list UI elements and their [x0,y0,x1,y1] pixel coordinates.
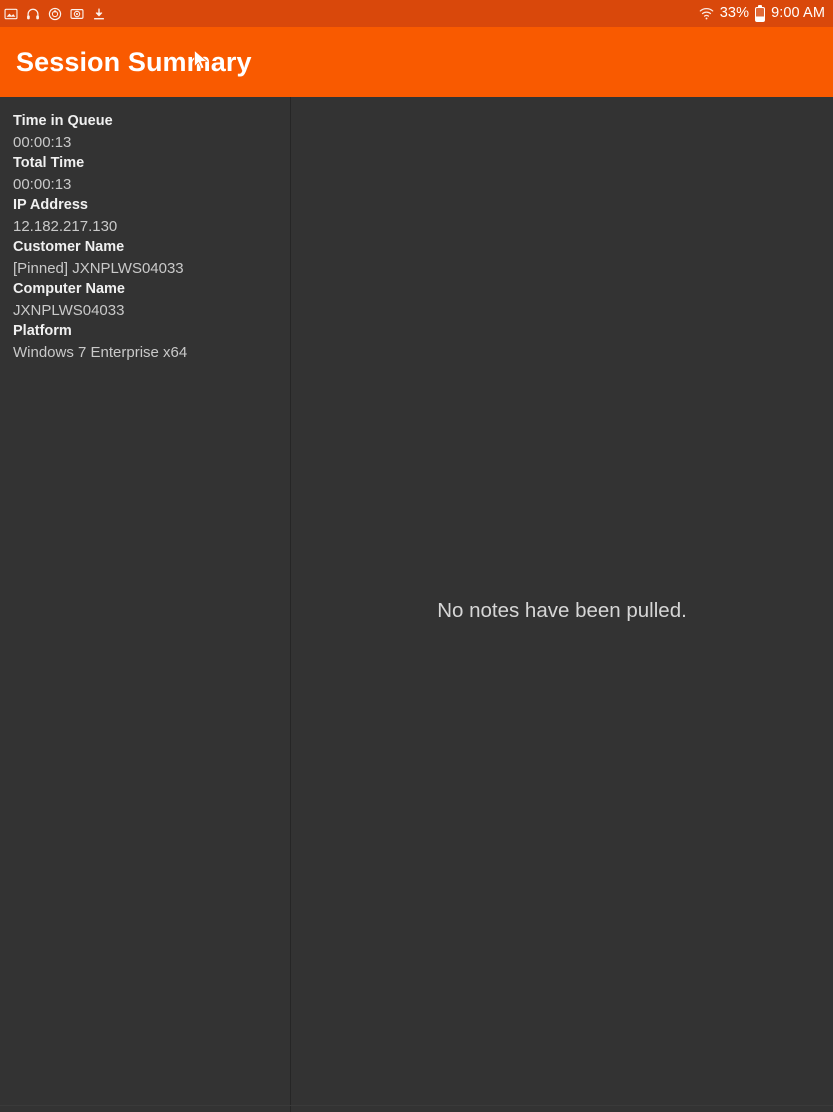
camera-icon [69,6,84,21]
image-icon [3,6,18,21]
notes-pane: No notes have been pulled. [291,97,833,1112]
notes-empty-message: No notes have been pulled. [437,599,687,622]
field-computer-name: Computer Name JXNPLWS04033 [13,279,290,321]
headphones-icon [25,6,40,21]
field-value: Windows 7 Enterprise x64 [13,344,188,361]
app-bar: Session Summary [0,27,833,97]
field-label: Platform [13,323,72,339]
power-circle-icon [47,6,62,21]
content-area: Time in Queue 00:00:13 Total Time 00:00:… [0,97,833,1112]
session-summary-screen: 33% 9:00 AM Session Summary Time in Queu… [0,0,833,1112]
field-time-in-queue: Time in Queue 00:00:13 [13,111,290,153]
battery-icon [755,5,766,22]
field-value: 00:00:13 [13,176,72,193]
wifi-icon [699,6,714,21]
field-label: Customer Name [13,239,125,255]
page-title: Session Summary [16,46,252,77]
field-value: 00:00:13 [13,134,72,151]
field-label: Total Time [13,155,85,171]
field-label: Time in Queue [13,113,113,129]
field-ip-address: IP Address 12.182.217.130 [13,195,290,237]
bottom-divider [0,1105,833,1106]
android-status-bar: 33% 9:00 AM [0,0,833,27]
download-icon [91,6,106,21]
field-label: IP Address [13,197,88,213]
field-customer-name: Customer Name [Pinned] JXNPLWS04033 [13,237,290,279]
field-value: [Pinned] JXNPLWS04033 [13,260,184,277]
field-platform: Platform Windows 7 Enterprise x64 [13,321,290,363]
field-total-time: Total Time 00:00:13 [13,153,290,195]
field-value: 12.182.217.130 [13,218,118,235]
clock-label: 9:00 AM [771,5,825,22]
field-value: JXNPLWS04033 [13,302,125,319]
field-label: Computer Name [13,281,125,297]
status-bar-system-indicators: 33% 9:00 AM [699,5,825,22]
session-details-sidebar: Time in Queue 00:00:13 Total Time 00:00:… [0,97,291,1112]
status-bar-notification-icons [3,6,106,21]
battery-percent-label: 33% [719,5,750,22]
